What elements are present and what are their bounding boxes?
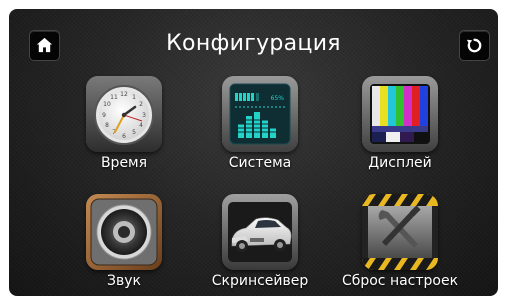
svg-text:12: 12 — [120, 91, 128, 98]
page-title: Конфигурация — [166, 31, 341, 56]
system-tile[interactable]: 65% — [222, 76, 298, 152]
car-icon — [222, 194, 298, 270]
system-meter-icon: 65% — [222, 76, 298, 152]
speaker-icon — [86, 194, 162, 270]
reset-settings-tile[interactable] — [362, 194, 438, 270]
meter-text: 65% — [271, 95, 285, 102]
svg-text:6: 6 — [122, 133, 126, 140]
svg-text:4: 4 — [139, 122, 143, 129]
svg-text:3: 3 — [142, 112, 146, 119]
reset-button[interactable] — [459, 30, 490, 61]
sound-label: Звук — [107, 273, 141, 289]
config-screen: Конфигурация 12 3 6 9 1245 7 8 10 11 Вре… — [9, 9, 498, 296]
sound-tile[interactable] — [86, 194, 162, 270]
svg-text:11: 11 — [110, 94, 118, 101]
reset-settings-label: Сброс настроек — [341, 273, 459, 289]
screensaver-label: Скринсейвер — [211, 273, 309, 289]
reset-icon — [466, 38, 482, 53]
display-tile[interactable] — [362, 76, 438, 152]
screensaver-tile[interactable] — [222, 194, 298, 270]
color-bars-icon — [362, 76, 438, 152]
time-tile[interactable]: 12 3 6 9 1245 7 8 10 11 — [86, 76, 162, 152]
display-label: Дисплей — [368, 155, 432, 171]
svg-text:9: 9 — [102, 112, 106, 119]
tools-icon — [362, 194, 438, 270]
svg-text:10: 10 — [103, 101, 111, 108]
system-label: Система — [228, 155, 292, 171]
time-label: Время — [100, 155, 148, 171]
svg-text:2: 2 — [139, 101, 143, 108]
svg-text:1: 1 — [132, 94, 136, 101]
svg-text:5: 5 — [132, 129, 136, 136]
svg-text:8: 8 — [105, 122, 109, 129]
clock-icon: 12369 1245 781011 — [86, 76, 162, 152]
